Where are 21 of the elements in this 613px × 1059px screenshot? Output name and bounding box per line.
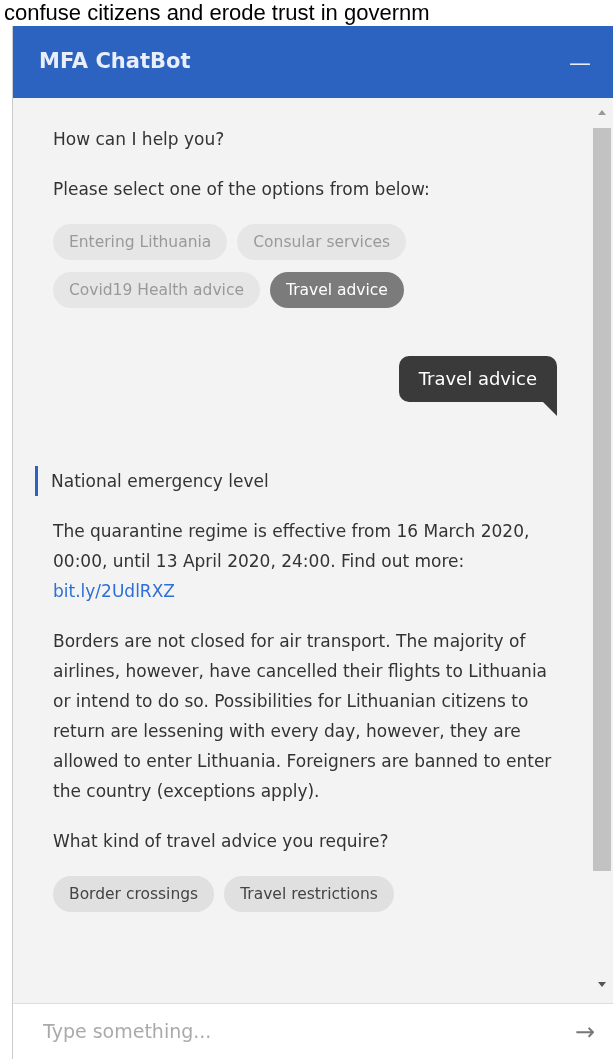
section-heading: National emergency level [35,466,557,496]
bot-message: How can I help you? [53,128,226,151]
message-input[interactable]: Type something... [41,1016,575,1047]
option-chip[interactable]: Border crossings [53,876,215,912]
bot-message: The quarantine regime is effective from 16 March 2020, 00:00, until 13 April 2020, 24:00. Find out more: bit.ly/2UdlRXZ [53,520,531,603]
link[interactable]: bit.ly/2UdlRXZ [53,581,175,601]
bot-message: What kind of travel advice you require? [53,830,390,853]
minimize-button[interactable]: — [565,45,595,79]
scroll-up-icon[interactable] [597,108,607,116]
scroll-down-icon[interactable] [597,981,607,989]
option-chip[interactable]: Travel advice [270,272,404,308]
option-chip[interactable]: Entering Lithuania [53,224,228,260]
user-message: Travel advice [398,356,557,402]
option-chip[interactable]: Consular services [237,224,407,260]
send-button[interactable]: → [574,1013,595,1050]
bot-message: Borders are not closed for air transport. The majority of airlines, however, have cancelled their flights to Lithuania or intend to do so. Possibilities for Lithuanian citizens to return are lessening with every day, however, they are allowed to enter Lithuania. Foreigners are banned to enter the country (exceptions apply). [53,630,553,803]
option-chip[interactable]: Travel restrictions [224,876,394,912]
window-title: MFA ChatBot [39,48,191,76]
background-text: confuse citizens and erode trust in governm [4,0,431,26]
option-chip[interactable]: Covid19 Health advice [53,272,260,308]
bot-message: Please select one of the options from below: [53,178,431,201]
